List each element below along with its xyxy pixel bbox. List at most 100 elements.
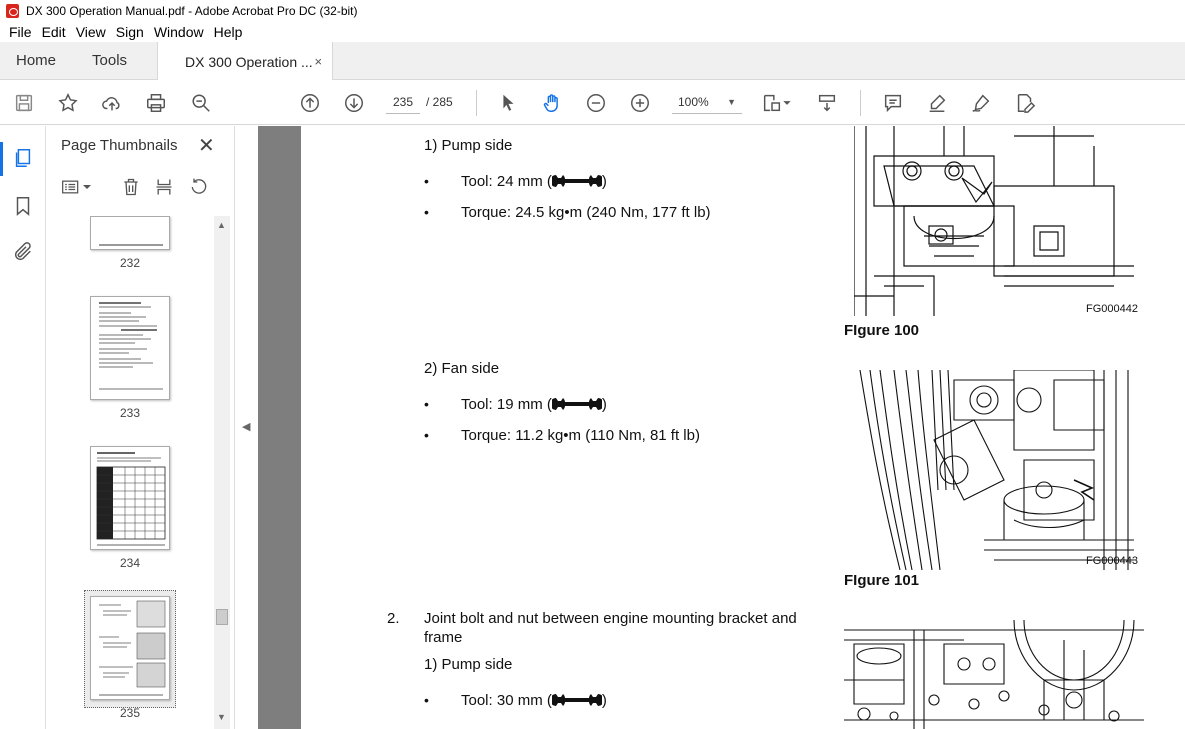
zoom-search-icon[interactable] — [189, 91, 213, 115]
menu-view[interactable]: View — [71, 24, 111, 40]
toolbar-divider — [860, 90, 861, 116]
close-paren: ) — [601, 692, 607, 709]
tab-tools[interactable]: Tools — [72, 42, 143, 79]
torque-spec: Torque: 24.5 kg•m (240 Nm, 177 ft lb) — [461, 204, 711, 221]
item-2-line-2: frame — [424, 629, 463, 646]
tool-spec-text: Tool: 24 mm ( — [461, 173, 552, 190]
draw-sign-icon[interactable] — [969, 91, 993, 115]
page-thumbnails-pane: Page Thumbnails ✕ 232 233 234 235 ▲ ▼ — [46, 126, 235, 729]
zoom-out-icon[interactable] — [584, 91, 608, 115]
thumbnail-label: 233 — [119, 406, 141, 420]
bullet: • — [424, 396, 429, 412]
tab-document-label: DX 300 Operation ... — [185, 53, 313, 70]
wrench-icon — [551, 398, 602, 410]
thumbnail-label: 235 — [119, 706, 141, 720]
zoom-level-select[interactable]: 100% ▼ — [672, 90, 742, 114]
rotate-page-icon[interactable] — [188, 176, 210, 198]
thumbnail-label: 234 — [119, 556, 141, 570]
tool-spec: Tool: 19 mm () — [461, 396, 607, 413]
thumbnail-options-dropdown-icon[interactable] — [82, 176, 92, 198]
collapse-pane-arrow-icon[interactable]: ◀ — [242, 420, 250, 433]
highlight-pen-icon[interactable] — [925, 91, 949, 115]
tab-bar: Home Tools DX 300 Operation ... × — [0, 42, 1185, 81]
pane-close-icon[interactable]: ✕ — [198, 133, 215, 158]
document-viewport[interactable]: 1) Pump side • Tool: 24 mm () • Torque: … — [258, 126, 1185, 729]
scroll-up-arrow-icon[interactable]: ▲ — [217, 220, 226, 230]
menu-sign[interactable]: Sign — [111, 24, 149, 40]
bullet: • — [424, 173, 429, 189]
upload-cloud-icon[interactable] — [100, 91, 124, 115]
tool-spec: Tool: 30 mm () — [461, 692, 607, 709]
insert-page-icon[interactable] — [153, 176, 175, 198]
scrollbar-thumb[interactable] — [216, 609, 228, 625]
thumbnail-page-current[interactable] — [90, 596, 170, 700]
title-bar: DX 300 Operation Manual.pdf - Adobe Acro… — [0, 0, 1185, 22]
tool-spec: Tool: 24 mm () — [461, 173, 607, 190]
close-paren: ) — [601, 396, 607, 413]
thumbnail-page[interactable] — [90, 446, 170, 550]
attachments-icon[interactable] — [11, 240, 35, 264]
print-icon[interactable] — [144, 91, 168, 115]
thumbnail-label: 232 — [119, 256, 141, 270]
comment-icon[interactable] — [881, 91, 905, 115]
page-total: / 285 — [426, 95, 453, 109]
current-page-input[interactable]: 235 — [386, 90, 420, 114]
save-icon[interactable] — [12, 91, 36, 115]
menu-file[interactable]: File — [4, 24, 37, 40]
thumbnail-scrollbar[interactable]: ▲ ▼ — [214, 216, 230, 729]
thumbnail-options-icon[interactable] — [60, 176, 82, 198]
fan-side-heading: 2) Fan side — [424, 360, 500, 377]
navigation-rail — [0, 126, 46, 729]
pane-title: Page Thumbnails — [61, 137, 178, 154]
toolbar — [0, 80, 1185, 125]
toolbar-divider — [476, 90, 477, 116]
next-page-icon[interactable] — [342, 91, 366, 115]
thumbnail-list: 232 233 234 235 — [46, 216, 214, 729]
scroll-mode-icon[interactable] — [815, 91, 839, 115]
figure-102-image — [844, 620, 1144, 729]
menu-edit[interactable]: Edit — [37, 24, 71, 40]
page-thumbnails-icon[interactable] — [11, 146, 35, 170]
tab-document[interactable]: DX 300 Operation ... × — [157, 42, 334, 81]
scroll-down-arrow-icon[interactable]: ▼ — [217, 712, 226, 722]
close-paren: ) — [601, 173, 607, 190]
wrench-icon — [551, 694, 602, 706]
tab-close-icon[interactable]: × — [314, 54, 322, 69]
item-2-number: 2. — [387, 610, 400, 627]
previous-page-icon[interactable] — [298, 91, 322, 115]
figure-100-code: FG000442 — [1086, 303, 1138, 315]
page-fit-icon[interactable] — [760, 91, 784, 115]
thumbnail-page[interactable] — [90, 216, 170, 250]
pump-side-heading: 1) Pump side — [424, 656, 513, 673]
pdf-page: 1) Pump side • Tool: 24 mm () • Torque: … — [301, 126, 1185, 729]
delete-page-icon[interactable] — [120, 176, 142, 198]
page-fit-dropdown-icon[interactable] — [782, 91, 792, 115]
torque-spec: Torque: 11.2 kg•m (110 Nm, 81 ft lb) — [461, 427, 700, 444]
menu-help[interactable]: Help — [209, 24, 248, 40]
select-cursor-icon[interactable] — [496, 91, 520, 115]
star-bookmark-icon[interactable] — [56, 91, 80, 115]
menu-window[interactable]: Window — [149, 24, 209, 40]
window-title: DX 300 Operation Manual.pdf - Adobe Acro… — [26, 4, 358, 18]
zoom-level-value: 100% — [678, 95, 709, 109]
wrench-icon — [551, 175, 602, 187]
thumbnail-page[interactable] — [90, 296, 170, 400]
bullet: • — [424, 427, 429, 443]
tool-spec-text: Tool: 30 mm ( — [461, 692, 552, 709]
tab-home[interactable]: Home — [0, 42, 72, 79]
menu-bar: File Edit View Sign Window Help — [0, 22, 1185, 42]
pump-side-heading: 1) Pump side — [424, 137, 513, 154]
figure-101-image — [854, 370, 1136, 570]
zoom-in-icon[interactable] — [628, 91, 652, 115]
figure-101-code: FG000443 — [1086, 555, 1138, 567]
hand-tool-icon[interactable] — [540, 91, 564, 115]
pane-splitter[interactable]: ◀ — [235, 126, 258, 729]
zoom-dropdown-icon[interactable]: ▼ — [727, 90, 736, 114]
acrobat-logo-icon — [6, 4, 19, 18]
edit-document-icon[interactable] — [1013, 91, 1037, 115]
bookmarks-icon[interactable] — [11, 194, 35, 218]
figure-100-image — [854, 126, 1144, 316]
item-2-line-1: Joint bolt and nut between engine mounti… — [424, 610, 797, 627]
figure-101-caption: FIgure 101 — [844, 572, 920, 589]
tool-spec-text: Tool: 19 mm ( — [461, 396, 552, 413]
